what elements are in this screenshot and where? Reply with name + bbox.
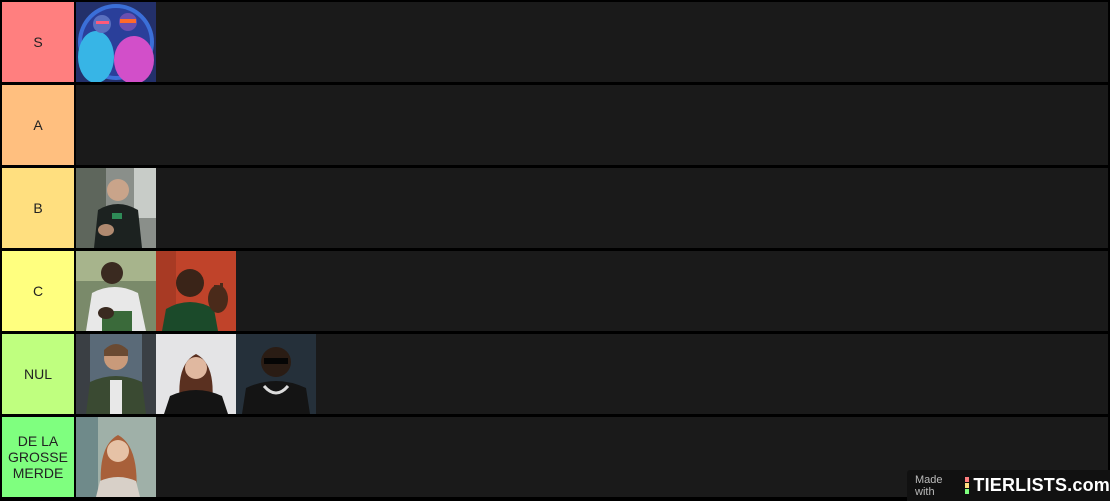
made-with-label: Made with [915, 473, 943, 498]
tier-item-image[interactable] [236, 334, 316, 414]
tier-row-s: S [0, 2, 1110, 82]
tier-label[interactable]: DE LA GROSSE MERDE [2, 417, 74, 497]
tier-row-a: A [0, 85, 1110, 165]
tierlists-logo-icon [965, 477, 970, 494]
tier-row-b: B [0, 168, 1110, 248]
tier-list: S A B C NUL DE LA GROSSE MERDE [0, 0, 1110, 501]
tier-item-image[interactable] [76, 168, 156, 248]
tier-item-image[interactable] [156, 251, 236, 331]
tier-items-dropzone[interactable] [76, 168, 1108, 248]
tier-item-image[interactable] [156, 334, 236, 414]
tier-items-dropzone[interactable] [76, 85, 1108, 165]
tier-label[interactable]: NUL [2, 334, 74, 414]
tier-items-dropzone[interactable] [76, 2, 1108, 82]
made-with-watermark[interactable]: Made with TIERLISTS.com [907, 470, 1110, 501]
tier-item-image[interactable] [76, 417, 156, 497]
tierlists-logo: TIERLISTS.com [965, 475, 1110, 496]
tier-item-image[interactable] [76, 334, 156, 414]
tier-label[interactable]: C [2, 251, 74, 331]
tier-label[interactable]: A [2, 85, 74, 165]
tierlists-brand-text: TIERLISTS.com [973, 475, 1110, 495]
tier-label[interactable]: B [2, 168, 74, 248]
tier-items-dropzone[interactable] [76, 334, 1108, 414]
tier-label[interactable]: S [2, 2, 74, 82]
tier-items-dropzone[interactable] [76, 251, 1108, 331]
tier-item-image[interactable] [76, 2, 156, 82]
tier-item-image[interactable] [76, 251, 156, 331]
tier-row-c: C [0, 251, 1110, 331]
tier-row-nul: NUL [0, 334, 1110, 414]
